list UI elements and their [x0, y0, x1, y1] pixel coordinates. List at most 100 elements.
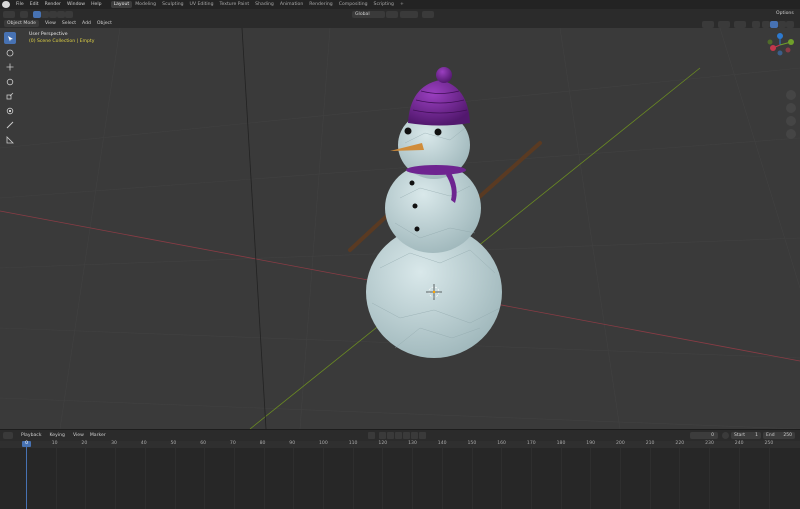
play-reverse-icon[interactable] [395, 432, 402, 439]
measure-tool-icon[interactable] [4, 134, 16, 146]
jump-start-icon[interactable] [379, 432, 386, 439]
frame-tick-label: 220 [675, 441, 685, 446]
frame-tick-label: 10 [51, 441, 58, 446]
menu-object[interactable]: Object [94, 21, 115, 26]
playhead-frame-box[interactable]: 0 [22, 441, 31, 447]
camera-view-icon[interactable] [786, 116, 796, 126]
rotate-tool-icon[interactable] [4, 76, 16, 88]
menu-view[interactable]: View [42, 21, 59, 26]
timeline-editor-type-icon[interactable] [3, 432, 13, 439]
menu-select[interactable]: Select [59, 21, 79, 26]
select-mode-new-icon[interactable] [33, 10, 41, 18]
menu-render[interactable]: Render [42, 2, 64, 7]
play-icon[interactable] [403, 432, 410, 439]
shading-wireframe-icon[interactable] [762, 20, 770, 28]
menu-file[interactable]: File [13, 2, 27, 7]
select-box-tool-icon[interactable] [20, 10, 28, 18]
snap-icon[interactable] [400, 10, 418, 18]
tab-shading[interactable]: Shading [252, 1, 277, 8]
select-tool-icon[interactable] [4, 32, 16, 44]
end-frame-field[interactable]: End 250 [763, 432, 795, 439]
playhead[interactable] [26, 441, 27, 509]
frame-tick-label: 230 [705, 441, 714, 446]
tab-texture-paint[interactable]: Texture Paint [217, 1, 253, 8]
scale-tool-icon[interactable] [4, 90, 16, 102]
menu-playback[interactable]: Playback [21, 433, 42, 438]
frame-tick-label: 80 [259, 441, 266, 446]
pan-hand-icon[interactable] [786, 103, 796, 113]
proportional-editing-icon[interactable] [422, 10, 434, 18]
select-mode-invert-icon[interactable] [57, 10, 65, 18]
transform-orientation-dropdown[interactable]: Global [352, 10, 385, 18]
timeline-area[interactable]: 10 20 30 40 50 60 70 80 90 100 110 120 130 140 150 160 1… [0, 441, 800, 509]
zoom-icon[interactable] [786, 90, 796, 100]
options-dropdown[interactable]: Options [776, 11, 794, 16]
right-eye [434, 128, 442, 136]
menu-edit[interactable]: Edit [27, 2, 42, 7]
shading-rendered-icon[interactable] [786, 20, 794, 28]
frame-tick-label: 70 [229, 441, 236, 446]
left-toolbar [4, 32, 18, 148]
cursor-tool-icon[interactable] [4, 47, 16, 59]
record-icon[interactable] [368, 432, 375, 439]
workspace-tabs: Layout Modeling Sculpting UV Editing Tex… [110, 1, 407, 8]
frame-grid-line [530, 448, 532, 509]
frame-tick-label: 130 [408, 441, 417, 446]
select-mode-extend-icon[interactable] [41, 10, 49, 18]
gizmo-toggle-icon[interactable] [718, 20, 730, 28]
editor-type-button[interactable] [3, 10, 15, 18]
tab-animation[interactable]: Animation [277, 1, 306, 8]
view-name-label: User Perspective [29, 32, 68, 37]
select-mode-subtract-icon[interactable] [49, 10, 57, 18]
blender-logo-icon[interactable] [2, 1, 10, 8]
frame-tick-label: 210 [645, 441, 655, 446]
frame-tick-label: 100 [319, 441, 328, 446]
menu-keying[interactable]: Keying [50, 433, 65, 438]
tab-compositing[interactable]: Compositing [336, 1, 371, 8]
left-eye [404, 127, 412, 135]
menu-timeline-view[interactable]: View [73, 433, 84, 438]
tab-modeling[interactable]: Modeling [132, 1, 159, 8]
navigation-gizmo[interactable] [767, 33, 795, 56]
jump-end-icon[interactable] [419, 432, 426, 439]
frame-ruler[interactable]: 10 20 30 40 50 60 70 80 90 100 110 120 130 140 150 160 1… [0, 441, 800, 448]
add-workspace-button[interactable]: + [397, 1, 407, 8]
pivot-point-icon[interactable] [386, 10, 398, 18]
perspective-grid-icon[interactable] [786, 129, 796, 139]
transform-tool-icon[interactable] [4, 105, 16, 117]
overlays-toggle-icon[interactable] [734, 20, 746, 28]
next-keyframe-icon[interactable] [411, 432, 418, 439]
move-tool-icon[interactable] [4, 61, 16, 73]
tab-uv-editing[interactable]: UV Editing [187, 1, 217, 8]
preview-range-icon[interactable] [722, 432, 729, 439]
prev-keyframe-icon[interactable] [387, 432, 394, 439]
select-mode-intersect-icon[interactable] [65, 10, 73, 18]
shading-material-icon[interactable] [778, 20, 786, 28]
collection-info-label: (0) Scene Collection | Empty [29, 39, 95, 44]
object-visibility-icon[interactable] [702, 20, 714, 28]
button-2 [412, 203, 418, 209]
frame-grid-line [768, 448, 770, 509]
menu-add[interactable]: Add [79, 21, 94, 26]
gizmo-y-icon [788, 39, 794, 45]
gizmo-z-icon [777, 33, 783, 39]
current-frame-field[interactable]: 0 [690, 432, 718, 439]
3d-viewport[interactable]: User Perspective (0) Scene Collection | … [0, 28, 800, 429]
viewport-scene [0, 28, 800, 429]
menu-marker[interactable]: Marker [90, 433, 106, 438]
frame-grid-line [85, 448, 87, 509]
tab-rendering[interactable]: Rendering [306, 1, 335, 8]
tab-layout[interactable]: Layout [110, 1, 133, 8]
start-frame-field[interactable]: Start 1 [731, 432, 761, 439]
shading-solid-icon[interactable] [770, 20, 778, 28]
xray-toggle-icon[interactable] [752, 20, 760, 28]
origin-point [432, 290, 436, 294]
menu-window[interactable]: Window [64, 2, 88, 7]
object-mode-dropdown[interactable]: Object Mode [4, 20, 39, 27]
menu-help[interactable]: Help [88, 2, 104, 7]
frame-grid-line [174, 448, 176, 509]
frame-grid-line [412, 448, 414, 509]
tab-sculpting[interactable]: Sculpting [159, 1, 186, 8]
tab-scripting[interactable]: Scripting [371, 1, 397, 8]
annotate-tool-icon[interactable] [4, 119, 16, 131]
